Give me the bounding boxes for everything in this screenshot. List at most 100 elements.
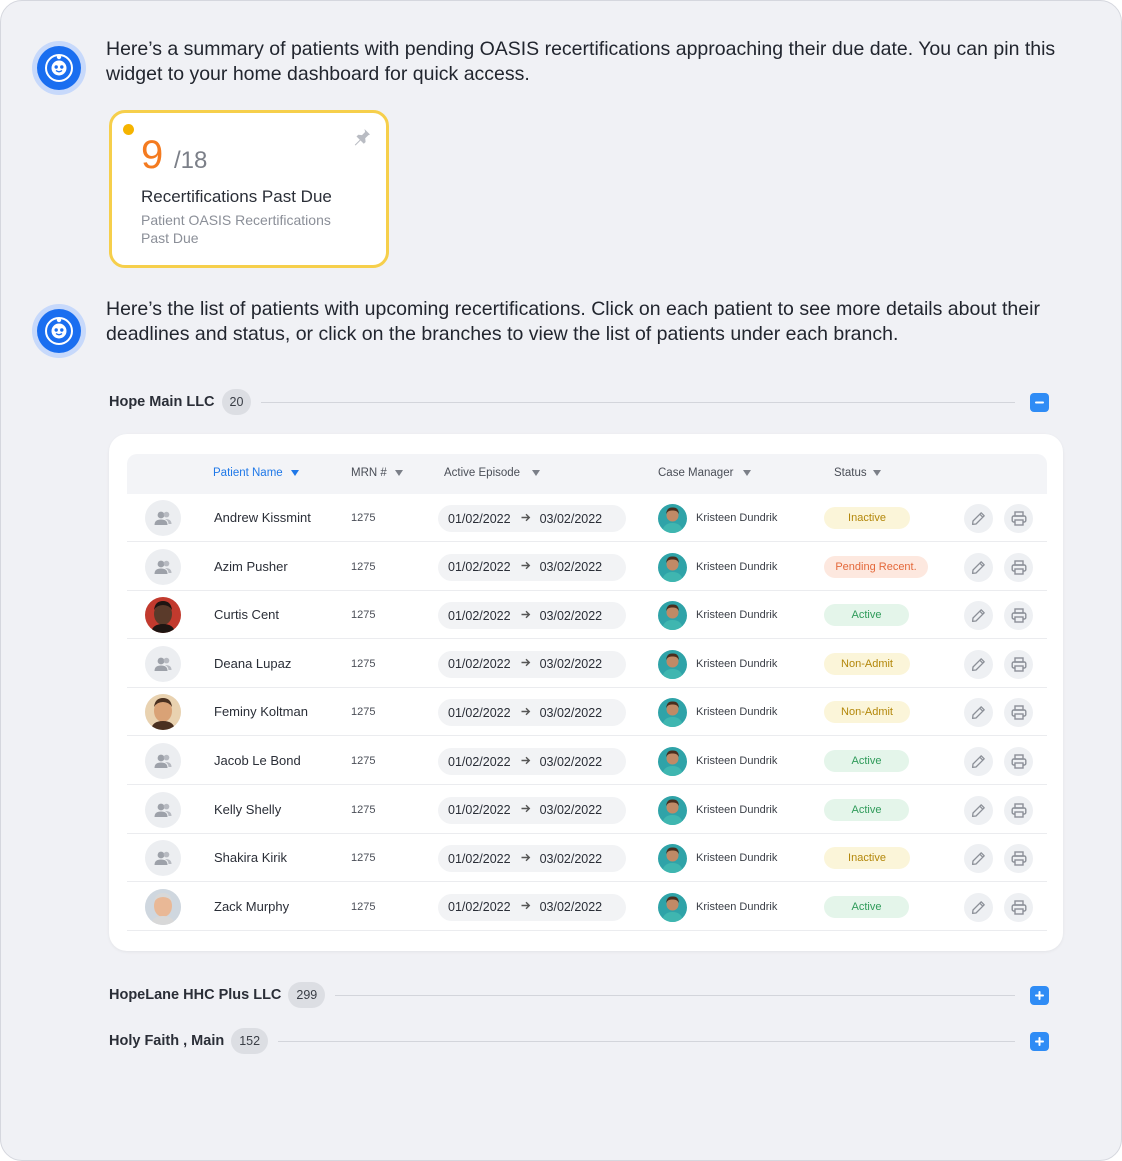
case-manager-avatar xyxy=(658,649,687,679)
episode-range: 01/02/2022 03/02/2022 xyxy=(438,553,626,581)
patient-name[interactable]: Kelly Shelly xyxy=(214,802,281,817)
case-manager-name: Kristeen Dundrik xyxy=(696,706,778,719)
print-icon[interactable] xyxy=(1004,649,1033,679)
status-badge: Active xyxy=(824,604,909,627)
print-icon[interactable] xyxy=(1004,698,1033,728)
episode-start: 01/02/2022 xyxy=(448,851,511,866)
edit-pencil-icon[interactable] xyxy=(964,698,993,728)
case-manager-name: Kristeen Dundrik xyxy=(696,755,778,767)
column-header-case-manager[interactable]: Case Manager xyxy=(658,467,752,479)
branch-name: HopeLane HHC Plus LLC xyxy=(109,987,282,1003)
status-badge: Non-Admit xyxy=(824,652,910,675)
print-icon[interactable] xyxy=(1004,504,1033,533)
arrow-right-icon xyxy=(521,561,531,573)
branch-header-hope-main[interactable]: Hope Main LLC 20 xyxy=(109,387,1049,417)
edit-pencil-icon[interactable] xyxy=(964,795,993,825)
episode-end: 03/02/2022 xyxy=(539,803,603,818)
user-placeholder-icon xyxy=(145,743,181,779)
column-label: Status xyxy=(834,467,867,479)
case-manager-name: Kristeen Dundrik xyxy=(696,900,778,913)
case-manager-avatar xyxy=(658,892,687,922)
episode-range: 01/02/2022 03/02/2022 xyxy=(438,893,626,921)
case-manager-name: Kristeen Dundrik xyxy=(696,560,778,573)
episode-range: 01/02/2022 03/02/2022 xyxy=(438,748,626,775)
status-badge: Pending Recent. xyxy=(824,555,928,578)
table-row[interactable]: Curtis Cent 1275 01/02/2022 03/02/2022 Krist… xyxy=(127,591,1047,640)
case-manager-avatar xyxy=(658,844,687,874)
print-icon[interactable] xyxy=(1004,795,1033,825)
episode-start: 01/02/2022 xyxy=(448,608,511,623)
column-header-mrn[interactable]: MRN # xyxy=(351,467,403,479)
arrow-right-icon xyxy=(521,513,531,525)
edit-pencil-icon[interactable] xyxy=(964,844,993,874)
patient-name[interactable]: Azim Pusher xyxy=(214,559,288,574)
table-row[interactable]: Jacob Le Bond 1275 01/02/2022 03/02/2022 Kri… xyxy=(127,737,1047,785)
episode-start: 01/02/2022 xyxy=(448,705,511,720)
column-header-active-episode[interactable]: Active Episode xyxy=(444,467,541,479)
edit-pencil-icon[interactable] xyxy=(964,747,993,776)
episode-end: 03/02/2022 xyxy=(539,560,603,575)
patient-avatar xyxy=(145,597,181,634)
edit-pencil-icon[interactable] xyxy=(964,601,993,631)
branch-name: Hope Main LLC xyxy=(109,394,215,410)
mrn-value: 1275 xyxy=(351,852,376,865)
edit-pencil-icon[interactable] xyxy=(964,552,993,582)
episode-end: 03/02/2022 xyxy=(539,900,603,915)
table-row[interactable]: Azim Pusher 1275 01/02/2022 03/02/2022 Krist… xyxy=(127,543,1047,591)
table-row[interactable]: Andrew Kissmint 1275 01/02/2022 03/02/2022 K… xyxy=(127,494,1047,542)
case-manager-avatar xyxy=(658,552,687,582)
episode-end: 03/02/2022 xyxy=(539,851,603,866)
patient-name[interactable]: Deana Lupaz xyxy=(214,656,291,671)
edit-pencil-icon[interactable] xyxy=(964,892,993,922)
sort-down-icon xyxy=(743,470,752,476)
patient-name[interactable]: Feminy Koltman xyxy=(214,704,308,719)
patient-name[interactable]: Andrew Kissmint xyxy=(214,510,311,525)
branch-header-hopelane[interactable]: HopeLane HHC Plus LLC 299 xyxy=(109,980,1049,1010)
column-header-status[interactable]: Status xyxy=(834,467,881,479)
patient-name[interactable]: Shakira Kirik xyxy=(214,850,287,865)
table-header: Patient Name MRN # Active Episode Case M… xyxy=(127,454,1047,494)
chat-panel: Here’s a summary of patients with pendin… xyxy=(0,0,1122,1161)
patient-name[interactable]: Jacob Le Bond xyxy=(214,753,301,768)
print-icon[interactable] xyxy=(1004,892,1033,922)
branch-count-badge: 299 xyxy=(288,982,326,1008)
print-icon[interactable] xyxy=(1004,601,1033,631)
edit-pencil-icon[interactable] xyxy=(964,649,993,679)
branch-count-badge: 152 xyxy=(231,1028,269,1054)
column-label: Patient Name xyxy=(213,467,283,479)
branch-header-holy-faith[interactable]: Holy Faith , Main 152 xyxy=(109,1026,1049,1056)
user-placeholder-icon xyxy=(145,840,181,877)
print-icon[interactable] xyxy=(1004,747,1033,776)
episode-range: 01/02/2022 03/02/2022 xyxy=(438,845,626,873)
user-placeholder-icon xyxy=(145,791,181,828)
print-icon[interactable] xyxy=(1004,844,1033,874)
status-badge: Non-Admit xyxy=(824,701,910,724)
edit-pencil-icon[interactable] xyxy=(964,504,993,533)
column-label: MRN # xyxy=(351,467,387,479)
episode-range: 01/02/2022 03/02/2022 xyxy=(438,796,626,824)
pin-icon[interactable] xyxy=(352,127,372,152)
mrn-value: 1275 xyxy=(351,657,376,670)
episode-end: 03/02/2022 xyxy=(539,511,603,526)
table-row[interactable]: Shakira Kirik 1275 01/02/2022 03/02/2022 Kri… xyxy=(127,834,1047,883)
patient-avatar xyxy=(145,888,181,925)
table-row[interactable]: Kelly Shelly 1275 01/02/2022 03/02/2022 Kris… xyxy=(127,786,1047,834)
episode-end: 03/02/2022 xyxy=(539,754,603,769)
column-header-patient-name[interactable]: Patient Name xyxy=(213,467,299,479)
print-icon[interactable] xyxy=(1004,552,1033,582)
table-row[interactable]: Zack Murphy 1275 01/02/2022 03/02/2022 Krist… xyxy=(127,883,1047,931)
arrow-right-icon xyxy=(521,804,531,816)
recertifications-widget-card[interactable]: 9 /18 Recertifications Past Due Patient … xyxy=(109,110,389,268)
plus-icon[interactable] xyxy=(1030,985,1049,1005)
case-manager-name: Kristeen Dundrik xyxy=(696,803,778,816)
patient-name[interactable]: Zack Murphy xyxy=(214,899,289,914)
table-row[interactable]: Deana Lupaz 1275 01/02/2022 03/02/2022 Krist… xyxy=(127,640,1047,688)
episode-start: 01/02/2022 xyxy=(448,560,511,575)
minus-icon[interactable] xyxy=(1030,392,1049,412)
table-row[interactable]: Feminy Koltman 1275 01/02/2022 03/02/2022 Kr… xyxy=(127,688,1047,737)
patient-name[interactable]: Curtis Cent xyxy=(214,607,279,622)
plus-icon[interactable] xyxy=(1030,1031,1049,1051)
episode-start: 01/02/2022 xyxy=(448,657,511,672)
episode-range: 01/02/2022 03/02/2022 xyxy=(438,602,626,630)
widget-title: Recertifications Past Due xyxy=(141,187,332,206)
